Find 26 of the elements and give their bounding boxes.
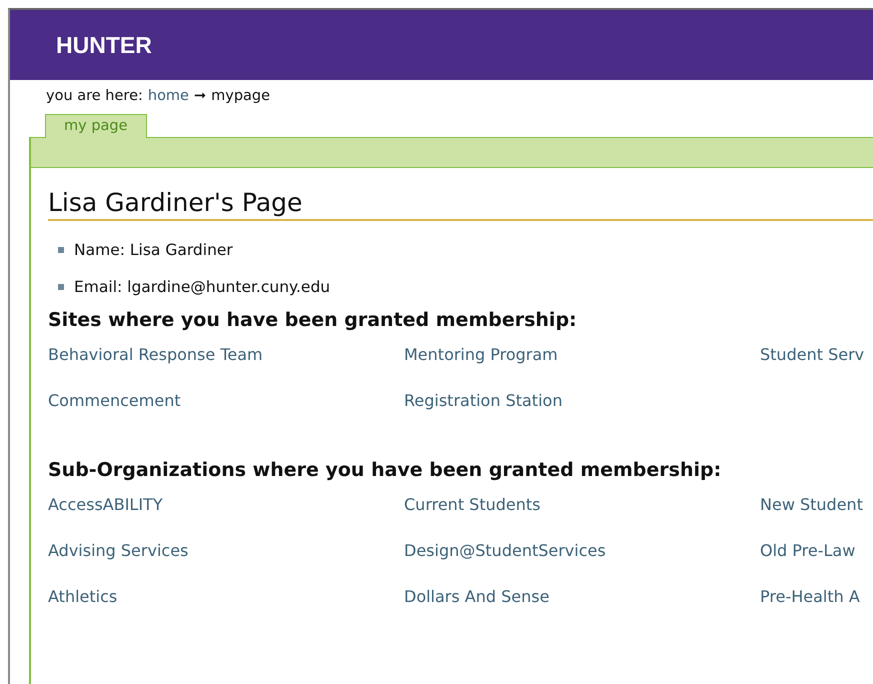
section-heading: Sites where you have been granted membership: xyxy=(48,309,578,331)
membership-link[interactable]: Current Students xyxy=(404,495,540,514)
breadcrumb-link[interactable]: home xyxy=(148,88,189,104)
membership-link[interactable]: Registration Station xyxy=(404,391,562,410)
page-title: Lisa Gardiner's Page xyxy=(48,188,873,221)
bullet-icon xyxy=(58,246,64,252)
section-heading: Sub-Organizations where you have been granted membership: xyxy=(48,459,722,481)
bullet-icon xyxy=(58,284,64,290)
arrow-separator: ➞ xyxy=(194,88,206,104)
membership-link[interactable]: Athletics xyxy=(48,587,118,606)
membership-link[interactable]: Pre-Health A xyxy=(760,587,860,606)
membership-link[interactable]: Old Pre-Law xyxy=(760,541,856,560)
breadcrumb-current: mypage xyxy=(211,88,270,104)
profile-detail: Name: Lisa Gardiner xyxy=(74,240,233,258)
membership-link[interactable]: Student Serv xyxy=(760,345,864,364)
profile-detail: Email: lgardine@hunter.cuny.edu xyxy=(74,278,330,296)
membership-link[interactable]: Mentoring Program xyxy=(404,345,558,364)
membership-link[interactable]: AccessABILITY xyxy=(48,495,163,514)
membership-link[interactable]: Commencement xyxy=(48,391,181,410)
membership-link[interactable]: Advising Services xyxy=(48,541,188,560)
membership-link[interactable]: Behavioral Response Team xyxy=(48,345,263,364)
membership-link[interactable]: Dollars And Sense xyxy=(404,587,550,606)
site-title: HUNTER xyxy=(56,32,152,58)
breadcrumb-label: you are here: xyxy=(46,88,143,104)
membership-link[interactable]: New Student xyxy=(760,495,863,514)
membership-link[interactable]: Design@StudentServices xyxy=(404,541,606,560)
